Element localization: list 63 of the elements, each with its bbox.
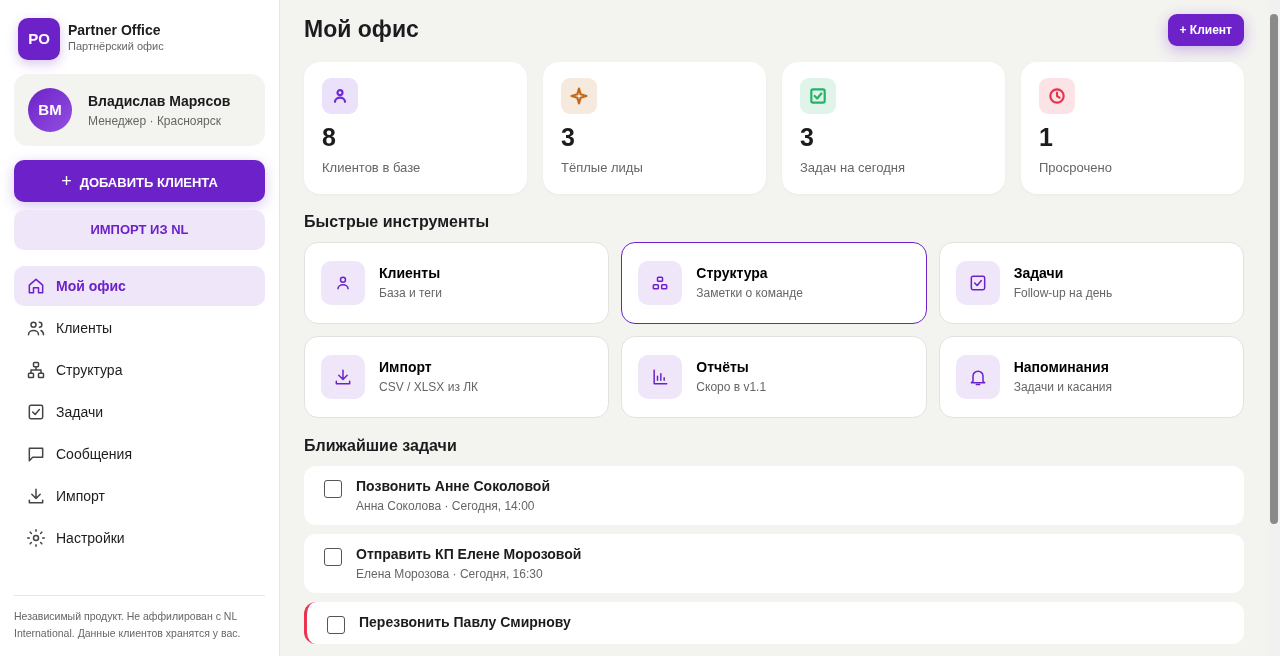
stat-value: 3 [561, 122, 576, 152]
add-client-button[interactable]: + Клиент [1167, 14, 1244, 46]
brand-name: Partner Office [68, 23, 162, 39]
section-title: Быстрые инструменты [304, 211, 491, 232]
checkbox[interactable] [324, 547, 342, 566]
import-button[interactable]: ИМПОРТ ИЗ NL [14, 210, 265, 250]
nav-item[interactable]: Импорт [14, 476, 265, 516]
stat-value: 1 [1039, 122, 1054, 152]
nav-item[interactable]: Структура [14, 350, 265, 390]
task-title: Позвонить Анне Соколовой [356, 476, 550, 496]
tool-title: Отчёты [696, 358, 750, 377]
tool-card[interactable]: Импорт CSV / XLSX из ЛК [304, 335, 610, 418]
plus-icon: + [61, 170, 72, 191]
user-name: Владислав Марясов [88, 91, 231, 111]
checkbox[interactable] [324, 479, 342, 498]
tool-title: Структура [696, 264, 769, 283]
section-title: Ближайшие задачи [304, 435, 458, 456]
home-icon [26, 276, 46, 296]
tool-card[interactable]: Задачи Follow-up на день [938, 241, 1244, 324]
chat-bubble-icon [26, 444, 46, 464]
stat-label: Тёплые лиды [561, 159, 644, 177]
page-title: Мой офис [304, 16, 419, 44]
nav-item[interactable]: Клиенты [14, 308, 265, 348]
tool-subtitle: Скоро в v1.1 [696, 379, 767, 396]
nav-item[interactable]: Мой офис [14, 266, 265, 306]
settings-icon [26, 528, 46, 548]
brand-subtitle: Партнёрский офис [68, 39, 164, 55]
checkbox-icon [26, 402, 46, 422]
task-title: Перезвонить Павлу Смирнову [359, 612, 571, 632]
tool-subtitle: Follow-up на день [1013, 285, 1113, 302]
hierarchy-icon [26, 360, 46, 380]
nav-item[interactable]: Настройки [14, 518, 265, 558]
tool-title: Импорт [379, 358, 433, 377]
nav-item[interactable]: Сообщения [14, 434, 265, 474]
task-meta: Елена Морозова · Сегодня, 16:30 [356, 565, 544, 583]
task-title: Отправить КП Елене Морозовой [356, 544, 582, 564]
tool-card[interactable]: Клиенты База и теги [304, 241, 610, 324]
task-meta: Анна Соколова · Сегодня, 14:00 [356, 497, 536, 515]
user-role: Менеджер · Красноярск [88, 112, 222, 130]
logo: PO [18, 18, 60, 60]
tool-subtitle: База и теги [379, 285, 443, 302]
add-client-button[interactable]: + ДОБАВИТЬ КЛИЕНТА [14, 160, 265, 202]
stat-value: 3 [800, 122, 815, 152]
avatar: ВМ [28, 88, 72, 132]
tool-subtitle: CSV / XLSX из ЛК [379, 379, 479, 396]
tool-title: Задачи [1013, 264, 1065, 283]
tool-title: Напоминания [1013, 358, 1110, 377]
disclaimer-text: Независимый продукт. Не аффилирован с NL International. Данные клиентов хранятся у вас. [14, 595, 265, 642]
stat-label: Просрочено [1039, 159, 1113, 177]
stat-value: 8 [322, 122, 337, 152]
tool-subtitle: Задачи и касания [1013, 379, 1112, 396]
tool-card[interactable]: Напоминания Задачи и касания [938, 335, 1244, 418]
stat-label: Клиентов в базе [322, 159, 422, 177]
tool-subtitle: Заметки о команде [696, 285, 803, 302]
users-icon [26, 318, 46, 338]
download-icon [26, 486, 46, 506]
tool-title: Клиенты [379, 264, 442, 283]
checkbox[interactable] [327, 615, 345, 634]
tool-card[interactable]: Структура Заметки о команде [621, 241, 927, 324]
nav-item[interactable]: Задачи [14, 392, 265, 432]
tool-card[interactable]: Отчёты Скоро в v1.1 [621, 335, 927, 418]
scrollbar-thumb[interactable] [1270, 14, 1278, 524]
stat-label: Задач на сегодня [800, 159, 906, 177]
